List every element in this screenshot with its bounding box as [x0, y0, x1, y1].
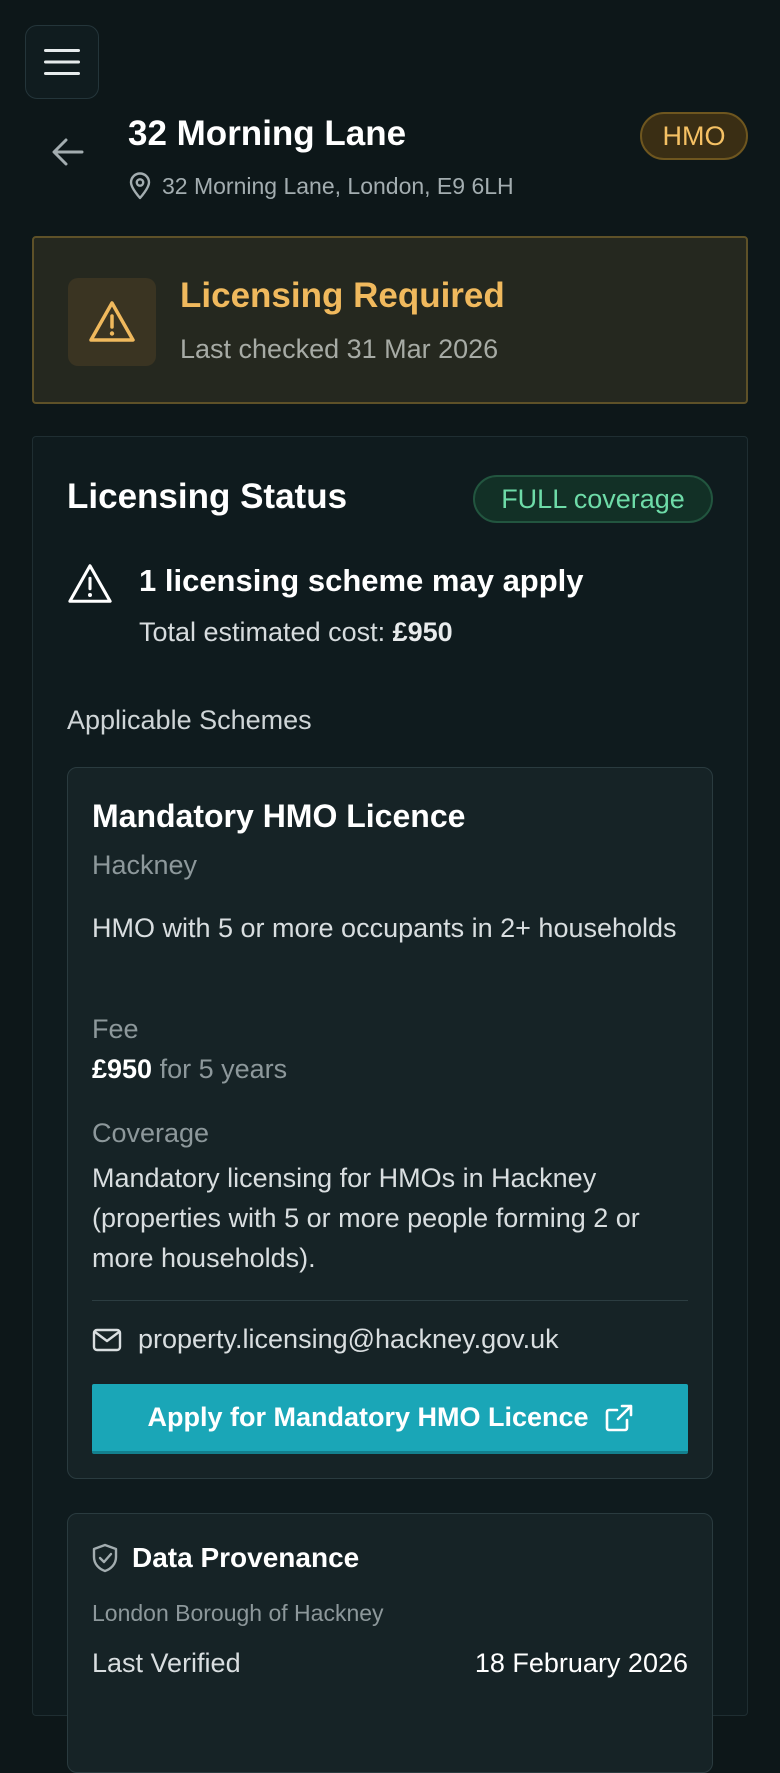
fee-amount: £950: [92, 1054, 153, 1084]
contact-email-link[interactable]: property.licensing@hackney.gov.uk: [92, 1324, 559, 1355]
apply-button-label: Apply for Mandatory HMO Licence: [147, 1402, 589, 1432]
coverage-label: Coverage: [92, 1118, 210, 1148]
fee-value: £950 for 5 years: [92, 1054, 287, 1085]
scheme-authority: Hackney: [92, 850, 198, 880]
last-verified-label: Last Verified: [92, 1648, 241, 1678]
apply-licence-button[interactable]: Apply for Mandatory HMO Licence: [92, 1384, 688, 1454]
last-verified-value: 18 February 2026: [474, 1648, 688, 1678]
arrow-left-icon: [52, 138, 84, 166]
mail-icon: [92, 1328, 122, 1351]
coverage-badge: FULL coverage: [473, 475, 713, 523]
menu-button[interactable]: [25, 25, 99, 99]
licensing-status-card: Licensing Status FULL coverage 1 licensi…: [32, 436, 748, 1773]
scheme-description: HMO with 5 or more occupants in 2+ house…: [92, 913, 677, 943]
total-cost-label: Total estimated cost:: [139, 617, 393, 647]
fee-label: Fee: [92, 1014, 139, 1044]
banner-title: Licensing Required: [180, 276, 505, 315]
contact-email: property.licensing@hackney.gov.uk: [138, 1324, 559, 1354]
total-cost: Total estimated cost: £950: [139, 617, 453, 648]
address-text: 32 Morning Lane, London, E9 6LH: [162, 172, 514, 199]
applicable-schemes-heading: Applicable Schemes: [67, 705, 312, 735]
banner-subtitle: Last checked 31 Mar 2026: [180, 334, 499, 364]
scheme-count-summary: 1 licensing scheme may apply: [139, 563, 584, 598]
shield-check-icon: [92, 1543, 118, 1573]
scheme-name: Mandatory HMO Licence: [92, 798, 466, 834]
page-title: 32 Morning Lane: [128, 114, 407, 153]
provenance-title: Data Provenance: [132, 1542, 360, 1573]
warning-triangle-icon: [68, 564, 112, 603]
external-link-icon: [605, 1404, 632, 1431]
back-button[interactable]: [44, 128, 92, 176]
fee-period: for 5 years: [152, 1054, 288, 1084]
total-cost-value: £950: [392, 617, 453, 647]
map-pin-icon: [129, 172, 151, 200]
warning-triangle-icon: [89, 301, 135, 342]
coverage-text: Mandatory licensing for HMOs in Hackney …: [92, 1163, 640, 1273]
property-address: 32 Morning Lane, London, E9 6LH: [128, 172, 514, 200]
licensing-required-banner: Licensing Required Last checked 31 Mar 2…: [32, 236, 748, 404]
provenance-header: Data Provenance: [92, 1542, 359, 1574]
property-type-badge: HMO: [640, 112, 748, 160]
section-title: Licensing Status: [67, 477, 348, 516]
scheme-card: Mandatory HMO Licence Hackney HMO with 5…: [67, 767, 713, 1479]
provenance-source: London Borough of Hackney: [92, 1600, 384, 1626]
divider: [92, 1300, 688, 1301]
warning-icon-container: [68, 278, 156, 366]
data-provenance-card: Data Provenance London Borough of Hackne…: [67, 1513, 713, 1773]
hamburger-icon: [44, 49, 80, 75]
